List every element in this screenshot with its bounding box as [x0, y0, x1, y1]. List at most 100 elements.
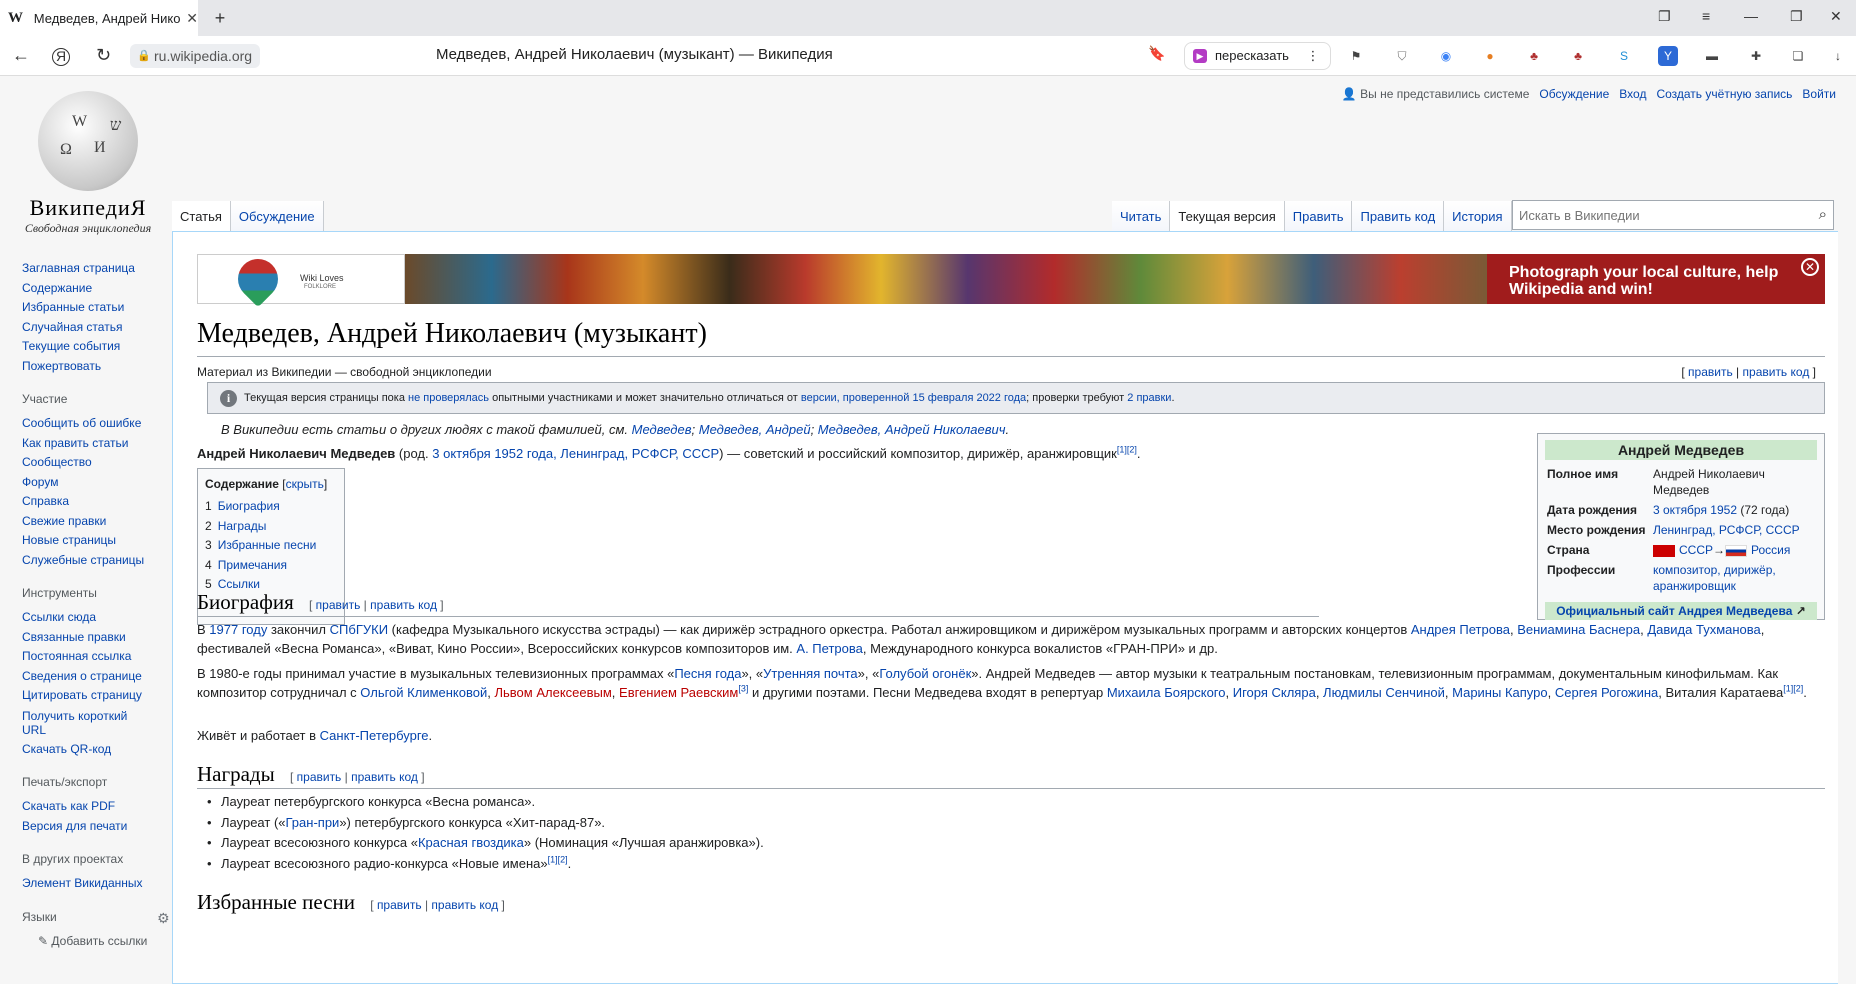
back-arrow-icon[interactable]: ←	[12, 45, 30, 66]
toc-item[interactable]: 1 Биография	[205, 497, 337, 517]
sidebar-item[interactable]: Версия для печати	[22, 817, 172, 837]
article-link[interactable]: Гран-при	[286, 815, 340, 830]
tab-edit[interactable]: Править	[1284, 201, 1353, 231]
gear-icon[interactable]: ⚙	[157, 910, 170, 927]
sidebar-item[interactable]: Сообщество	[22, 453, 172, 473]
sidebar-item[interactable]: Связанные правки	[22, 628, 172, 648]
article-link[interactable]: Игоря Скляра	[1233, 685, 1316, 700]
edit-link[interactable]: править	[377, 898, 422, 912]
search-extension-icon[interactable]: ◉	[1436, 46, 1456, 66]
address-page-title[interactable]: Медведев, Андрей Николаевич (музыкант) —…	[436, 46, 833, 63]
redlink[interactable]: Львом Алексеевым	[494, 685, 611, 700]
sidebar-item[interactable]: Сообщить об ошибке	[22, 414, 172, 434]
sidebar-item[interactable]: Сведения о странице	[22, 667, 172, 687]
article-link[interactable]: 1977 году	[209, 622, 267, 637]
sidebar-item[interactable]: Как править статьи	[22, 434, 172, 454]
notice-link[interactable]: версии, проверенной 15 февраля 2022 года	[801, 392, 1026, 404]
menu-icon[interactable]: ≡	[1702, 8, 1710, 24]
search-input[interactable]	[1513, 201, 1793, 229]
redlink[interactable]: Евгением Раевским	[619, 685, 738, 700]
puzzle-icon[interactable]: ✚	[1746, 46, 1766, 66]
edit-source-link[interactable]: править код	[370, 598, 437, 612]
new-tab-plus-icon[interactable]: +	[208, 6, 232, 30]
toc-item[interactable]: 2 Награды	[205, 517, 337, 537]
sidebar-item[interactable]: Справка	[22, 492, 172, 512]
extension-icon[interactable]: ♣	[1524, 46, 1544, 66]
alice-icon[interactable]: ●	[1480, 46, 1500, 66]
toc-item[interactable]: 3 Избранные песни	[205, 536, 337, 556]
ref-link[interactable]: [1][2]	[1783, 684, 1803, 694]
wikipedia-logo[interactable]: W Ω И ש ВикипедиЯ Свободная энциклопедия	[18, 91, 158, 236]
birth-link[interactable]: 3 октября 1952 года, Ленинград, РСФСР, С…	[432, 446, 719, 461]
personal-contributions-link[interactable]: Вход	[1619, 87, 1646, 101]
country-link[interactable]: Россия	[1751, 543, 1790, 557]
shield-icon[interactable]: ⛉	[1392, 46, 1412, 66]
sidebar-item[interactable]: Постоянная ссылка	[22, 647, 172, 667]
download-icon[interactable]: ↓	[1828, 46, 1848, 66]
more-vertical-icon[interactable]: ⋮	[1307, 48, 1320, 63]
birth-date-link[interactable]: 3 октября 1952	[1653, 503, 1737, 517]
sidebar-item[interactable]: Получить короткий URL	[22, 709, 142, 737]
article-link[interactable]: Вениамина Баснера	[1517, 622, 1640, 637]
sidebar-item[interactable]: Пожертвовать	[22, 357, 172, 377]
login-link[interactable]: Войти	[1802, 87, 1836, 101]
extension-icon[interactable]: ⚑	[1346, 46, 1366, 66]
tab-history[interactable]: История	[1444, 201, 1512, 231]
edit-source-link[interactable]: править код	[1743, 365, 1810, 379]
official-site-link[interactable]: Официальный сайт Андрея Медведева ↗	[1545, 602, 1817, 620]
edit-link[interactable]: править	[316, 598, 361, 612]
profession-links[interactable]: композитор, дирижёр, аранжировщик	[1653, 563, 1776, 593]
sidebar-item[interactable]: Заглавная страница	[22, 259, 172, 279]
sidebar-item[interactable]: Свежие правки	[22, 512, 172, 532]
notice-link[interactable]: 2 правки	[1127, 392, 1171, 404]
article-link[interactable]: Утренняя почта	[763, 666, 858, 681]
tab-article[interactable]: Статья	[172, 201, 231, 231]
shazam-icon[interactable]: S	[1614, 46, 1634, 66]
article-link[interactable]: Андрея Петрова	[1411, 622, 1510, 637]
sidebar-item[interactable]: Цитировать страницу	[22, 686, 172, 706]
edit-source-link[interactable]: править код	[431, 898, 498, 912]
url-chip[interactable]: 🔒 ru.wikipedia.org	[130, 44, 261, 68]
restore-icon[interactable]: ❐	[1790, 8, 1803, 25]
hatnote-link[interactable]: Медведев	[632, 422, 692, 437]
hatnote-link[interactable]: Медведев, Андрей	[699, 422, 811, 437]
tab-read[interactable]: Читать	[1112, 201, 1171, 231]
birth-place-link[interactable]: Ленинград, РСФСР, СССР	[1653, 523, 1800, 537]
toc-item[interactable]: 4 Примечания	[205, 556, 337, 576]
ref-link[interactable]: [1][2]	[1117, 445, 1137, 455]
sidebar-item[interactable]: Новые страницы	[22, 531, 172, 551]
collections-icon[interactable]: ❏	[1788, 46, 1808, 66]
yandex-icon[interactable]: Я	[52, 48, 70, 66]
close-icon[interactable]: ✕	[1801, 258, 1819, 276]
article-link[interactable]: Ольгой Клименковой	[360, 685, 487, 700]
tabs-list-icon[interactable]: ❐	[1658, 8, 1671, 25]
edit-source-link[interactable]: править код	[351, 770, 418, 784]
tab-talk[interactable]: Обсуждение	[230, 201, 324, 231]
ref-link[interactable]: [1][2]	[548, 854, 568, 864]
add-links-button[interactable]: ✎ Добавить ссылки	[22, 932, 172, 952]
yandex-extension-icon[interactable]: Y	[1658, 46, 1678, 66]
sidebar-item[interactable]: Скачать как PDF	[22, 797, 172, 817]
personal-talk-link[interactable]: Обсуждение	[1539, 87, 1609, 101]
article-link[interactable]: Михаила Боярского	[1107, 685, 1226, 700]
retell-button[interactable]: ▶ пересказать ⋮	[1184, 42, 1331, 70]
article-link[interactable]: Сергея Рогожина	[1555, 685, 1658, 700]
sidebar-item[interactable]: Случайная статья	[22, 318, 172, 338]
wlf-banner[interactable]: Wiki Loves FOLKLORE Photograph your loca…	[197, 250, 1825, 308]
close-window-icon[interactable]: ✕	[1830, 8, 1842, 25]
hatnote-link[interactable]: Медведев, Андрей Николаевич	[818, 422, 1006, 437]
sidebar-item[interactable]: Содержание	[22, 279, 172, 299]
extension-icon[interactable]: ♣	[1568, 46, 1588, 66]
article-link[interactable]: А. Петрова	[796, 641, 862, 656]
reload-icon[interactable]: ↻	[96, 45, 111, 66]
edit-link[interactable]: править	[1688, 365, 1733, 379]
article-link[interactable]: Песня года	[674, 666, 741, 681]
edit-link[interactable]: править	[297, 770, 342, 784]
article-link[interactable]: Марины Капуро	[1452, 685, 1548, 700]
article-link[interactable]: Красная гвоздика	[418, 835, 524, 850]
toc-hide-link[interactable]: скрыть	[286, 477, 324, 491]
tab-edit-source[interactable]: Править код	[1352, 201, 1445, 231]
country-link[interactable]: СССР	[1679, 543, 1713, 557]
sidebar-item[interactable]: Элемент Викиданных	[22, 874, 172, 894]
extension-icon[interactable]: ▬	[1702, 46, 1722, 66]
